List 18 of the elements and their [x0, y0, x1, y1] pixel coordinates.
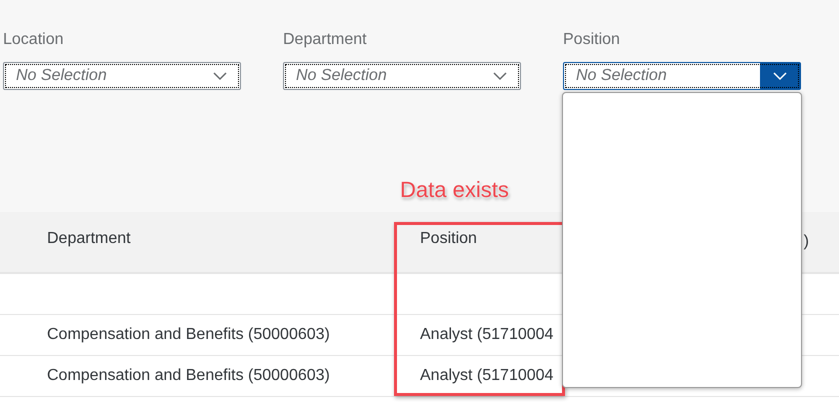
- dropdown-field[interactable]: No Selection: [3, 62, 241, 90]
- table-cell-text: Analyst (51710004: [419, 367, 554, 385]
- chevron-icon: [772, 71, 788, 81]
- table-cell-text: Analyst (51710004: [419, 326, 554, 344]
- dropdown-field[interactable]: No Selection: [563, 62, 801, 90]
- dropdown-button[interactable]: [760, 63, 800, 89]
- column-header: Department: [46, 230, 132, 248]
- dropdown-field[interactable]: No Selection: [283, 62, 521, 90]
- chevron-icon: [212, 71, 228, 81]
- column-header: ): [802, 233, 810, 251]
- table-cell-text: Compensation and Benefits (50000603): [46, 326, 331, 344]
- annotation-text: Data exists: [400, 177, 509, 203]
- filter-label: Position: [563, 30, 621, 50]
- column-header: Position: [419, 230, 478, 248]
- table-cell-text: Compensation and Benefits (50000603): [46, 367, 331, 385]
- filter-label: Department: [283, 30, 368, 50]
- filter-label: Location: [3, 30, 64, 50]
- chevron-icon: [492, 71, 508, 81]
